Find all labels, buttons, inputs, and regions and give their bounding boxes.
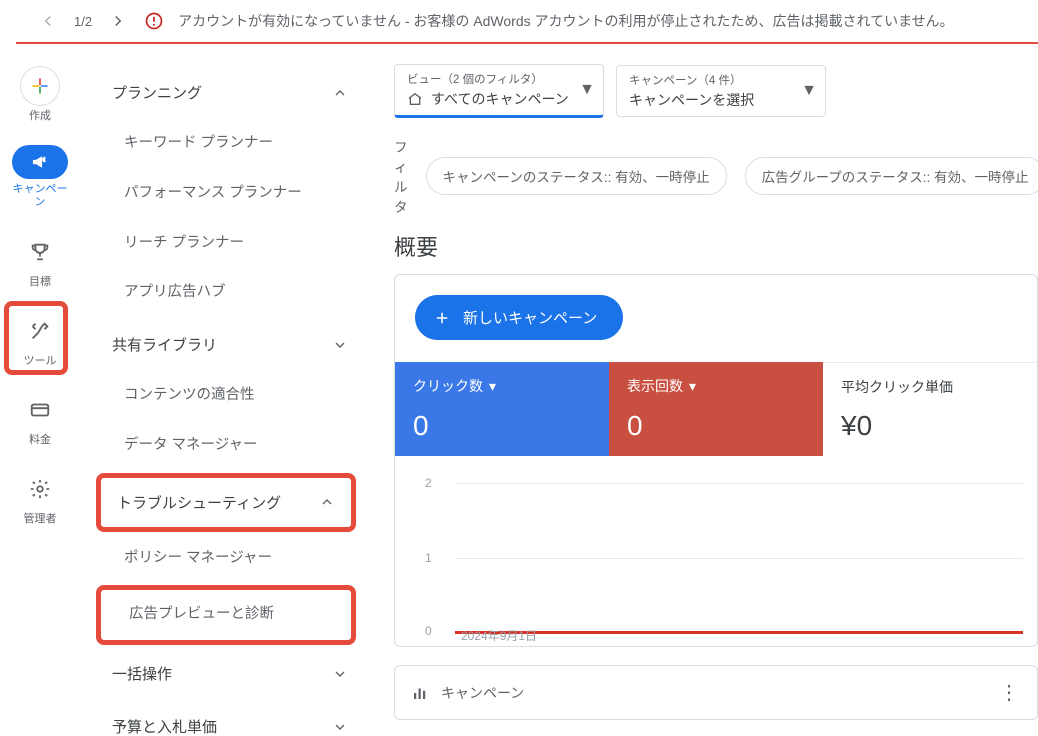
rail-goals-label: 目標 — [29, 276, 51, 289]
filter-row: フィルタ キャンペーンのステータス:: 有効、一時停止 広告グループのステータス… — [394, 136, 1038, 216]
view-chip-value: すべてのキャンペーン — [431, 89, 569, 109]
stat-clicks-value: 0 — [413, 410, 591, 442]
callout-ad-preview: 広告プレビューと診断 — [96, 585, 356, 645]
stat-impressions-value: 0 — [627, 410, 805, 442]
plus-icon — [20, 66, 60, 106]
plus-icon — [433, 309, 451, 327]
sp-shared-library[interactable]: 共有ライブラリ — [90, 318, 370, 371]
sp-policy-manager[interactable]: ポリシー マネージャー — [90, 534, 370, 584]
stat-avg-cpc[interactable]: 平均クリック単価 ¥0 — [823, 362, 1037, 456]
sp-keyword-planner[interactable]: キーワード プランナー — [90, 119, 370, 169]
stat-avg-cpc-label: 平均クリック単価 — [841, 377, 953, 397]
scope-chips-row: ビュー（2 個のフィルタ） すべてのキャンペーン ▼ キャンペーン（4 件） キ… — [394, 64, 1038, 118]
overview-card: 新しいキャンペーン クリック数 ▾ 0 表示回数 ▾ 0 平均クリック単価 ¥0 2… — [394, 274, 1038, 647]
chart-tick-1: 1 — [425, 551, 432, 565]
filter-adgroup-status[interactable]: 広告グループのステータス:: 有効、一時停止 — [745, 157, 1038, 195]
new-campaign-label: 新しいキャンペーン — [463, 307, 597, 328]
next-alert-button[interactable] — [106, 9, 130, 33]
trophy-icon — [20, 232, 60, 272]
caret-down-icon: ▾ — [689, 378, 696, 395]
alert-pager: 1/2 — [74, 14, 92, 29]
rail-create[interactable]: 作成 — [10, 66, 70, 123]
bar-chart-icon — [411, 684, 429, 702]
caret-down-icon: ▼ — [579, 81, 595, 99]
sp-budget-bids-label: 予算と入札単価 — [112, 716, 217, 736]
rail-admin-label: 管理者 — [24, 513, 57, 526]
chevron-up-icon — [319, 494, 335, 510]
stat-clicks-label: クリック数 — [413, 376, 483, 396]
left-rail: 作成 キャンペーン 目標 ツール 料金 管理者 — [0, 56, 80, 736]
sp-reach-planner[interactable]: リーチ プランナー — [90, 219, 370, 269]
chevron-down-icon — [332, 719, 348, 735]
sp-troubleshoot[interactable]: トラブルシューティング — [101, 478, 351, 527]
campaign-chip[interactable]: キャンペーン（4 件） キャンペーンを選択 ▼ — [616, 65, 826, 117]
campaigns-summary-label: キャンペーン — [441, 683, 524, 703]
sp-content-suitability[interactable]: コンテンツの適合性 — [90, 371, 370, 421]
new-campaign-button[interactable]: 新しいキャンペーン — [415, 295, 623, 340]
sp-data-manager[interactable]: データ マネージャー — [90, 421, 370, 471]
card-icon — [20, 390, 60, 430]
sp-bulk[interactable]: 一括操作 — [90, 647, 370, 700]
home-icon — [407, 91, 423, 107]
rail-create-label: 作成 — [29, 110, 51, 123]
alert-error-icon — [144, 11, 164, 31]
filter-campaign-status[interactable]: キャンペーンのステータス:: 有効、一時停止 — [426, 157, 727, 195]
sp-shared-library-label: 共有ライブラリ — [112, 334, 217, 355]
chart-tick-0: 0 — [425, 624, 432, 638]
chevron-right-icon — [109, 12, 127, 30]
view-chip[interactable]: ビュー（2 個のフィルタ） すべてのキャンペーン ▼ — [394, 64, 604, 118]
callout-troubleshoot: トラブルシューティング — [96, 473, 356, 532]
filter-label: フィルタ — [394, 136, 408, 216]
sp-budget-bids[interactable]: 予算と入札単価 — [90, 700, 370, 736]
stat-impressions[interactable]: 表示回数 ▾ 0 — [609, 362, 823, 456]
gear-icon — [20, 469, 60, 509]
chevron-down-icon — [332, 337, 348, 353]
page-title: 概要 — [394, 230, 1038, 262]
alert-bar: 1/2 アカウントが有効になっていません - お客様の AdWords アカウン… — [16, 0, 1038, 44]
rail-campaigns[interactable]: キャンペーン — [10, 145, 70, 209]
chevron-down-icon — [332, 666, 348, 682]
chevron-left-icon — [39, 12, 57, 30]
sp-ad-preview-diagnosis[interactable]: 広告プレビューと診断 — [101, 590, 351, 640]
view-chip-label: ビュー（2 個のフィルタ） — [407, 71, 593, 87]
stat-impressions-label: 表示回数 — [627, 376, 683, 396]
stats-row: クリック数 ▾ 0 表示回数 ▾ 0 平均クリック単価 ¥0 — [395, 362, 1037, 456]
rail-billing-label: 料金 — [29, 434, 51, 447]
rail-tools-label: ツール — [24, 355, 57, 368]
campaign-chip-label: キャンペーン（4 件） — [629, 72, 815, 88]
main-content: ビュー（2 個のフィルタ） すべてのキャンペーン ▼ キャンペーン（4 件） キ… — [380, 56, 1038, 736]
rail-admin[interactable]: 管理者 — [10, 469, 70, 526]
alert-message: アカウントが有効になっていません - お客様の AdWords アカウントの利用… — [178, 11, 1030, 31]
sp-planning[interactable]: プランニング — [90, 66, 370, 119]
caret-down-icon: ▾ — [489, 378, 496, 395]
chevron-up-icon — [332, 85, 348, 101]
tools-side-panel: プランニング キーワード プランナー パフォーマンス プランナー リーチ プラン… — [90, 56, 370, 736]
campaigns-summary-card: キャンペーン ⋮ — [394, 665, 1038, 720]
chart-gridline — [455, 483, 1023, 484]
campaign-chip-value: キャンペーンを選択 — [629, 90, 754, 110]
rail-goals[interactable]: 目標 — [10, 232, 70, 289]
wrench-icon — [20, 311, 60, 351]
sp-bulk-label: 一括操作 — [112, 663, 172, 684]
sp-planning-label: プランニング — [112, 82, 202, 103]
chart-date-label: 2024年9月1日 — [461, 627, 537, 644]
sp-performance-planner[interactable]: パフォーマンス プランナー — [90, 169, 370, 219]
sp-app-ads-hub[interactable]: アプリ広告ハブ — [90, 268, 370, 318]
megaphone-icon — [12, 145, 68, 179]
sp-troubleshoot-label: トラブルシューティング — [117, 492, 281, 513]
chart-baseline — [455, 631, 1023, 634]
caret-down-icon: ▼ — [801, 82, 817, 100]
chart-gridline — [455, 558, 1023, 559]
more-options-button[interactable]: ⋮ — [999, 680, 1021, 705]
chart-tick-2: 2 — [425, 476, 432, 490]
prev-alert-button[interactable] — [36, 9, 60, 33]
stat-clicks[interactable]: クリック数 ▾ 0 — [395, 362, 609, 456]
overview-chart: 2 1 0 2024年9月1日 — [395, 456, 1037, 646]
rail-billing[interactable]: 料金 — [10, 390, 70, 447]
rail-tools[interactable]: ツール — [10, 311, 70, 368]
stat-avg-cpc-value: ¥0 — [841, 410, 1019, 442]
rail-campaigns-label: キャンペーン — [10, 183, 70, 209]
